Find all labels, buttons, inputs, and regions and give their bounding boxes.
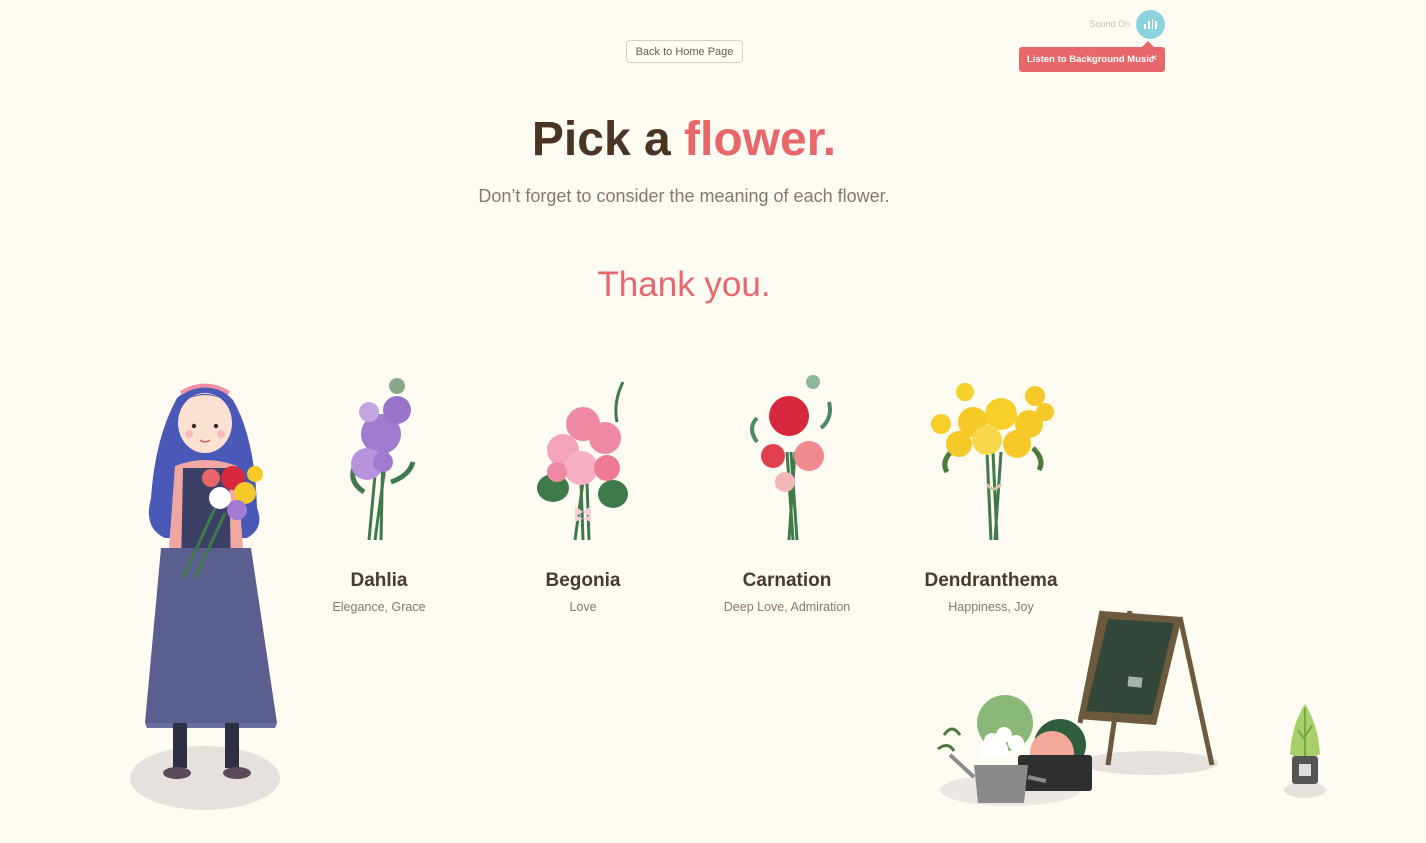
- tooltip-text: Listen to Background Music: [1027, 54, 1155, 65]
- flower-shop-scene-illustration: [937, 610, 1218, 806]
- sound-bar: [1151, 19, 1154, 29]
- tooltip-close-icon[interactable]: ×: [1151, 53, 1157, 64]
- flower-name: Dahlia: [350, 570, 408, 591]
- dendranthema-bouquet-icon: [931, 383, 1054, 541]
- flower-meaning: Deep Love, Admiration: [723, 600, 851, 614]
- back-to-home-button[interactable]: Back to Home Page: [626, 40, 743, 63]
- sound-status-label: Sound On: [1089, 19, 1130, 29]
- begonia-bouquet-icon: [537, 381, 628, 541]
- title-text: Pick a: [531, 113, 671, 166]
- page-subtitle: Don’t forget to consider the meaning of …: [478, 186, 890, 206]
- dahlia-bouquet-icon: [350, 378, 416, 541]
- flower-card-dendranthema[interactable]: Dendranthema Happiness, Joy: [901, 372, 1081, 614]
- sound-bar: [1155, 21, 1157, 29]
- carnation-bouquet-icon: [750, 375, 832, 541]
- title-accent: flower.: [684, 113, 837, 166]
- flower-card-carnation[interactable]: Carnation Deep Love, Admiration: [697, 372, 877, 614]
- potted-plant-illustration: [1284, 704, 1326, 798]
- flower-name: Dendranthema: [924, 570, 1058, 591]
- flower-meaning: Elegance, Grace: [332, 600, 426, 614]
- sound-toggle-button[interactable]: [1136, 10, 1165, 39]
- sound-bar: [1147, 21, 1150, 29]
- flower-name: Begonia: [545, 570, 621, 591]
- background-music-tooltip: Listen to Background Music ×: [1019, 41, 1165, 72]
- flower-meaning: Love: [569, 600, 597, 614]
- thank-you-message: Thank you.: [597, 265, 771, 304]
- flower-card-begonia[interactable]: Begonia Love: [493, 372, 673, 614]
- sound-bars-icon: [1144, 24, 1146, 29]
- flower-name: Carnation: [742, 570, 832, 591]
- flower-card-dahlia[interactable]: Dahlia Elegance, Grace: [289, 372, 469, 614]
- page-title: Pick a flower.: [0, 112, 1368, 167]
- florist-illustration: [130, 383, 280, 810]
